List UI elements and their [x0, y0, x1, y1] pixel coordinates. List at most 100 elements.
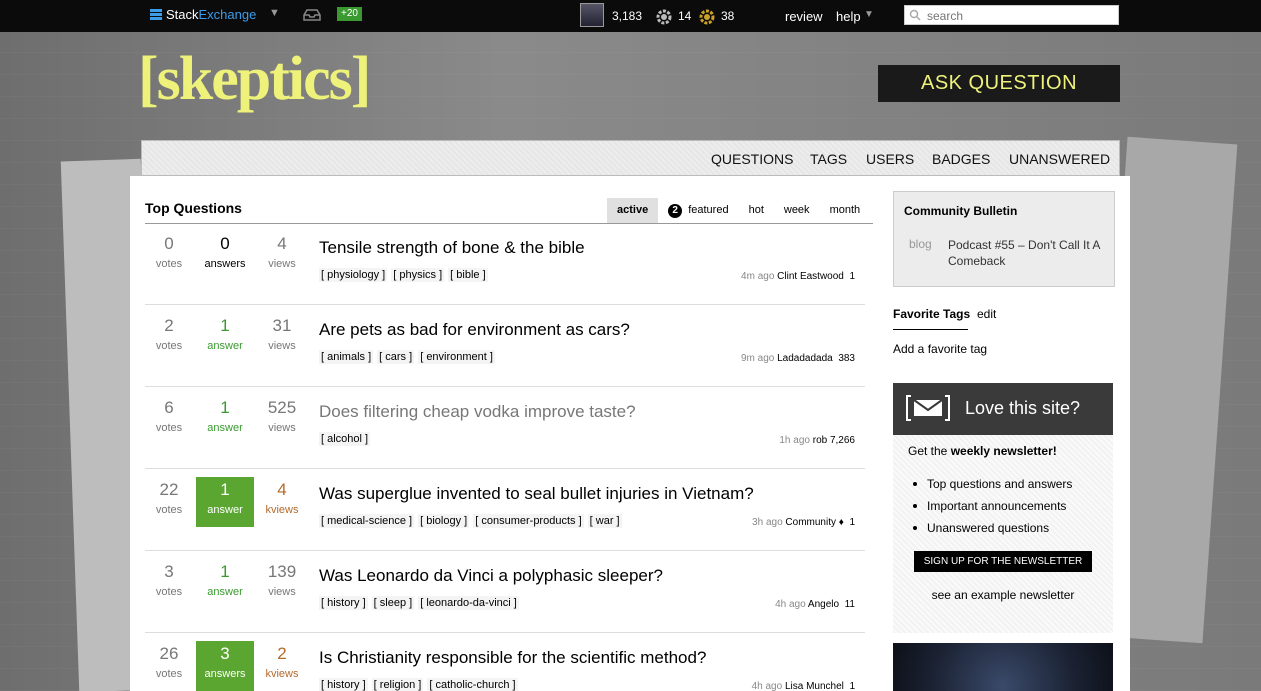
nav-tags[interactable]: TAGS	[810, 151, 847, 167]
ad-image[interactable]	[893, 643, 1113, 691]
search-input[interactable]	[927, 8, 1112, 23]
search-icon	[909, 9, 921, 21]
chevron-down-icon[interactable]: ▼	[269, 7, 280, 19]
tag[interactable]: [ bible ]	[448, 268, 488, 282]
newsletter-intro: Get the weekly newsletter!	[908, 444, 1057, 458]
bronze-badge-icon	[699, 9, 715, 25]
help-link[interactable]: help	[836, 9, 861, 24]
review-link[interactable]: review	[785, 9, 823, 24]
edit-favorite-tags-link[interactable]: edit	[977, 307, 996, 321]
tab-week[interactable]: week	[774, 198, 820, 223]
inbox-icon[interactable]	[303, 9, 321, 21]
answer-count: 1 answer	[207, 316, 243, 352]
newsletter-benefits: Top questions and answers Important anno…	[913, 473, 1072, 539]
tag[interactable]: [ biology ]	[418, 514, 470, 528]
favorite-tags-title: Favorite Tags	[893, 307, 971, 321]
tag[interactable]: [ medical-science ]	[319, 514, 415, 528]
question-row: 26 votes 3 answers 2 kviews Is Christianity…	[145, 633, 865, 691]
question-title-link[interactable]: Are pets as bad for environment as cars?	[319, 320, 630, 340]
vote-count: 2 votes	[155, 316, 183, 352]
stackexchange-menu[interactable]: StackExchange	[150, 7, 256, 22]
tag[interactable]: [ consumer-products ]	[473, 514, 584, 528]
chevron-down-icon[interactable]: ▼	[864, 9, 874, 20]
question-title-link[interactable]: Was superglue invented to seal bullet in…	[319, 484, 754, 504]
tag[interactable]: [ catholic-church ]	[427, 678, 518, 691]
tag[interactable]: [ animals ]	[319, 350, 374, 364]
question-title-link[interactable]: Does filtering cheap vodka improve taste…	[319, 402, 636, 422]
search-box[interactable]	[904, 5, 1119, 25]
vote-count: 22 votes	[155, 480, 183, 516]
tab-featured[interactable]: 2 featured	[658, 198, 738, 223]
newsletter-signup-button[interactable]: SIGN UP FOR THE NEWSLETTER	[914, 551, 1092, 572]
site-logo[interactable]: [skeptics]	[138, 44, 371, 114]
view-count: 4 kviews	[265, 480, 299, 516]
tag[interactable]: [ cars ]	[377, 350, 415, 364]
vote-count: 6 votes	[155, 398, 183, 434]
answer-count: 1 answer	[207, 398, 243, 434]
question-title-link[interactable]: Was Leonardo da Vinci a polyphasic sleep…	[319, 566, 663, 586]
tag[interactable]: [ physiology ]	[319, 268, 388, 282]
question-title-link[interactable]: Is Christianity responsible for the scie…	[319, 648, 706, 668]
question-title-link[interactable]: Tensile strength of bone & the bible	[319, 238, 585, 258]
bulletin-kind: blog	[909, 237, 932, 251]
tag[interactable]: [ history ]	[319, 678, 368, 691]
bulletin-link[interactable]: Podcast #55 – Don't Call It A Comeback	[948, 237, 1108, 269]
tag[interactable]: [ sleep ]	[371, 596, 415, 610]
tag-list: [ physiology ] [ physics ] [ bible ]	[319, 268, 488, 282]
user-link[interactable]: Ladadadada	[777, 353, 833, 364]
divider	[893, 329, 968, 330]
nav-unanswered[interactable]: UNANSWERED	[1009, 151, 1110, 167]
view-count: 525 views	[267, 398, 297, 434]
user-link[interactable]: Clint Eastwood	[777, 271, 844, 282]
tag-list: [ medical-science ] [ biology ] [ consum…	[319, 514, 622, 528]
vote-count: 0 votes	[155, 234, 183, 270]
list-item: Unanswered questions	[913, 517, 1072, 539]
tag[interactable]: [ environment ]	[418, 350, 495, 364]
answer-count: 1 answer	[196, 477, 254, 527]
tag[interactable]: [ religion ]	[371, 678, 424, 691]
tag-list: [ alcohol ]	[319, 432, 371, 446]
tag-list: [ history ] [ religion ] [ catholic-chur…	[319, 678, 518, 691]
community-bulletin: Community Bulletin blog Podcast #55 – Do…	[893, 191, 1115, 287]
newsletter-box: Love this site? Get the weekly newslette…	[893, 383, 1113, 633]
tag[interactable]: [ leonardo-da-vinci ]	[418, 596, 519, 610]
tab-active[interactable]: active	[607, 198, 659, 223]
tag[interactable]: [ physics ]	[391, 268, 445, 282]
envelope-icon	[906, 395, 950, 421]
vote-count: 3 votes	[155, 562, 183, 598]
reputation-change-badge[interactable]: +20	[337, 7, 362, 21]
user-link[interactable]: Angelo	[808, 599, 839, 610]
answer-count: 1 answer	[207, 562, 243, 598]
user-link[interactable]: rob	[813, 435, 827, 446]
tab-hot[interactable]: hot	[739, 198, 774, 223]
user-reputation[interactable]: 3,183	[612, 9, 642, 23]
tag[interactable]: [ alcohol ]	[319, 432, 371, 446]
nav-questions[interactable]: QUESTIONS	[711, 151, 793, 167]
list-item: Important announcements	[913, 495, 1072, 517]
brand-exchange: Exchange	[198, 7, 257, 22]
question-tabs: active 2 featured hot week month	[607, 198, 870, 223]
question-row: 6 votes 1 answer 525 views Does filtering c…	[145, 387, 865, 469]
tag[interactable]: [ history ]	[319, 596, 368, 610]
page-title: Top Questions	[145, 200, 242, 216]
ask-question-button[interactable]: ASK QUESTION	[878, 65, 1120, 102]
question-meta: 4h ago Angelo 11	[775, 599, 855, 610]
answer-count: 3 answers	[196, 641, 254, 691]
nav-badges[interactable]: BADGES	[932, 151, 990, 167]
nav-users[interactable]: USERS	[866, 151, 914, 167]
top-bar: StackExchange ▼ +20 3,183 14 38 review h…	[0, 0, 1261, 32]
avatar[interactable]	[580, 3, 604, 27]
featured-count-badge: 2	[668, 204, 683, 218]
question-row: 2 votes 1 answer 31 views Are pets as bad f…	[145, 305, 865, 387]
example-newsletter-link[interactable]: see an example newsletter	[893, 588, 1113, 602]
user-link[interactable]: Lisa Munchel	[785, 681, 844, 691]
newsletter-title: Love this site?	[965, 398, 1081, 418]
tag[interactable]: [ war ]	[587, 514, 622, 528]
user-link[interactable]: Community ♦	[785, 517, 843, 528]
question-meta: 3h ago Community ♦ 1	[752, 517, 855, 528]
newsletter-header: Love this site?	[893, 383, 1113, 435]
view-count: 4 views	[268, 234, 296, 270]
add-favorite-tag-link[interactable]: Add a favorite tag	[893, 342, 987, 356]
tab-month[interactable]: month	[820, 198, 871, 223]
silver-badge-icon	[656, 9, 672, 25]
